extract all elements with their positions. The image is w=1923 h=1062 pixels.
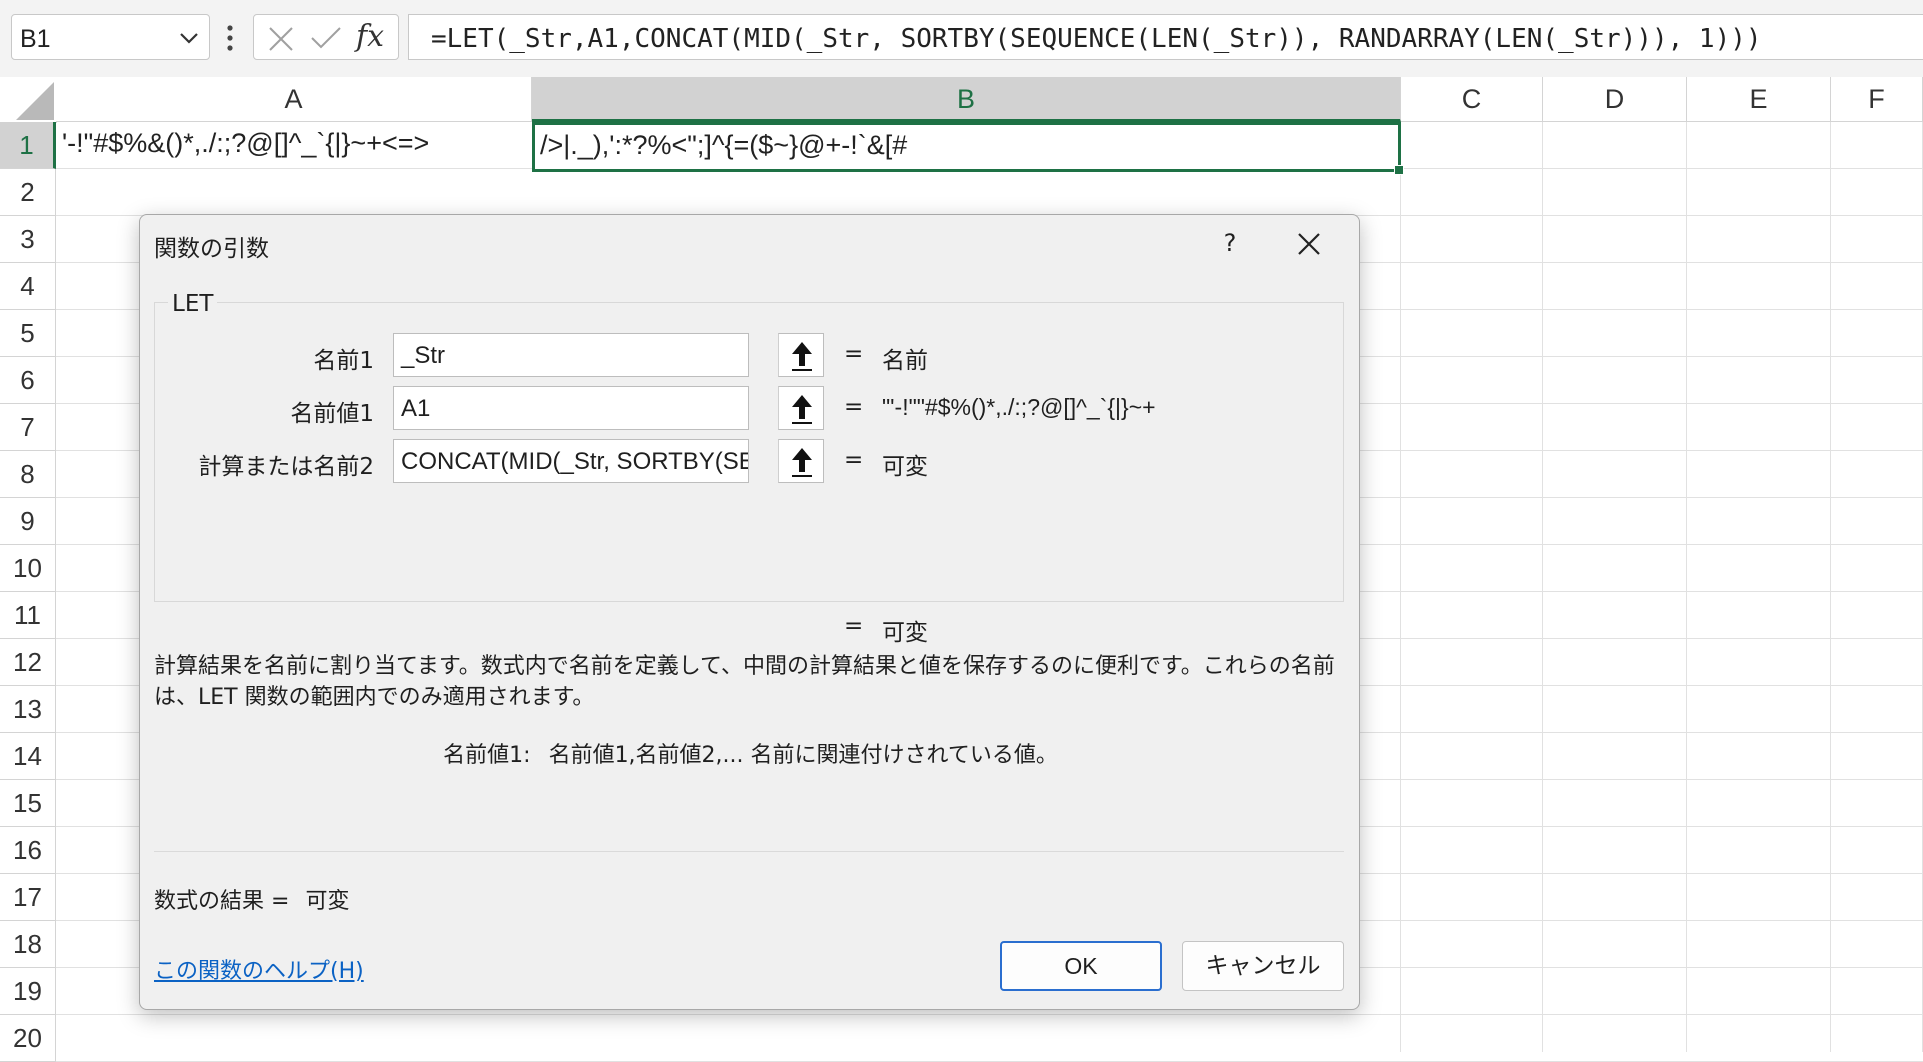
equals-sign: = — [844, 447, 864, 473]
column-header-e[interactable]: E — [1687, 77, 1831, 122]
row-header-7[interactable]: 7 — [0, 404, 56, 451]
arg-row-3: 計算または名前2 CONCAT(MID(_Str, SORTBY(SE = 可変 — [140, 439, 1361, 483]
formula-result: 数式の結果 = 可変 — [154, 883, 349, 915]
argument-description: 名前値1: 名前値1,名前値2,... 名前に関連付けされている値。 — [140, 737, 1361, 769]
row-header-16[interactable]: 16 — [0, 827, 56, 874]
arg-result: 可変 — [882, 453, 928, 479]
column-header-c[interactable]: C — [1401, 77, 1543, 122]
arg-input-name1[interactable]: _Str — [393, 333, 749, 377]
fill-handle[interactable] — [1394, 165, 1404, 175]
row-header-13[interactable]: 13 — [0, 686, 56, 733]
grid-column-line — [1686, 122, 1687, 1052]
arg-label: 名前値1 — [290, 401, 374, 427]
row-header-17[interactable]: 17 — [0, 874, 56, 921]
name-box-value: B1 — [20, 25, 51, 53]
grid-row-line — [56, 1014, 1923, 1015]
grid-column-line — [1400, 122, 1401, 1052]
confirm-entry-icon[interactable] — [310, 25, 342, 51]
arg-result: "'-!""#$%()*,./:;?@[]^_`{|}~+ — [882, 394, 1156, 420]
argument-description-name: 名前値1: — [443, 743, 531, 768]
row-header-20[interactable]: 20 — [0, 1015, 56, 1062]
collapse-dialog-button[interactable] — [778, 439, 824, 483]
arg-row-1: 名前1 _Str = 名前 — [140, 333, 1361, 377]
row-header-9[interactable]: 9 — [0, 498, 56, 545]
row-header-6[interactable]: 6 — [0, 357, 56, 404]
row-header-3[interactable]: 3 — [0, 216, 56, 263]
cell-a1[interactable]: '-!"#$%&()*,./:;?@[]^_`{|}~+<=> — [62, 128, 429, 159]
cell-b1[interactable]: />|._),':*?%<";]^{=($~}@+-!`&[# — [532, 122, 1404, 175]
function-arguments-dialog: 関数の引数 ? LET 名前1 _Str = 名前 名前値1 A1 = "'-!… — [139, 214, 1360, 1010]
row-header-18[interactable]: 18 — [0, 921, 56, 968]
arg-row-2: 名前値1 A1 = "'-!""#$%()*,./:;?@[]^_`{|}~+ — [140, 386, 1361, 430]
column-header-a[interactable]: A — [56, 77, 532, 122]
arg-input-value: CONCAT(MID(_Str, SORTBY(SE — [401, 448, 749, 475]
arrow-up-icon — [792, 395, 812, 424]
ok-button[interactable]: OK — [1000, 941, 1162, 991]
column-header-b[interactable]: B — [532, 77, 1401, 122]
formula-buttons: fx — [253, 14, 399, 60]
row-header-12[interactable]: 12 — [0, 639, 56, 686]
function-result: 可変 — [882, 620, 928, 646]
function-name: LET — [168, 291, 218, 317]
arg-input-value: _Str — [401, 342, 446, 369]
formula-text: =LET(_Str,A1,CONCAT(MID(_Str, SORTBY(SEQ… — [431, 24, 1762, 54]
formula-result-label: 数式の結果 = — [154, 889, 290, 914]
row-header-5[interactable]: 5 — [0, 310, 56, 357]
divider — [154, 851, 1344, 852]
insert-function-icon[interactable]: fx — [356, 19, 384, 54]
row-header-15[interactable]: 15 — [0, 780, 56, 827]
arg-input-calc2[interactable]: CONCAT(MID(_Str, SORTBY(SE — [393, 439, 749, 483]
row-header-4[interactable]: 4 — [0, 263, 56, 310]
arg-input-value: A1 — [401, 395, 431, 422]
cancel-entry-icon[interactable] — [268, 26, 294, 52]
chevron-down-icon[interactable] — [179, 29, 199, 47]
arrow-up-icon — [792, 342, 812, 371]
arg-input-value1[interactable]: A1 — [393, 386, 749, 430]
help-button[interactable]: ? — [1210, 223, 1250, 263]
collapse-dialog-button[interactable] — [778, 386, 824, 430]
grid-column-line — [1542, 122, 1543, 1052]
equals-sign: = — [844, 613, 864, 639]
row-header-2[interactable]: 2 — [0, 169, 56, 216]
formula-result-value: 可変 — [305, 889, 350, 914]
row-header-8[interactable]: 8 — [0, 451, 56, 498]
argument-description-text: 名前値1,名前値2,... 名前に関連付けされている値。 — [548, 743, 1058, 768]
column-header-f[interactable]: F — [1831, 77, 1923, 122]
arg-result: 名前 — [882, 347, 928, 373]
more-options-icon[interactable] — [226, 24, 234, 52]
row-header-11[interactable]: 11 — [0, 592, 56, 639]
equals-sign: = — [844, 341, 864, 367]
arg-label: 計算または名前2 — [198, 454, 374, 480]
arg-label: 名前1 — [313, 348, 374, 374]
column-header-d[interactable]: D — [1543, 77, 1687, 122]
row-header-14[interactable]: 14 — [0, 733, 56, 780]
row-header-19[interactable]: 19 — [0, 968, 56, 1015]
function-help-link[interactable]: この関数のヘルプ(H) — [154, 953, 364, 985]
row-header-10[interactable]: 10 — [0, 545, 56, 592]
select-all-corner[interactable] — [0, 77, 57, 123]
formula-bar: B1 fx =LET(_Str,A1,CONCAT(MID(_Str, SORT… — [0, 0, 1923, 77]
arrow-up-icon — [792, 448, 812, 477]
grid-column-line — [1830, 122, 1831, 1052]
formula-input[interactable]: =LET(_Str,A1,CONCAT(MID(_Str, SORTBY(SEQ… — [408, 14, 1923, 60]
equals-sign: = — [844, 394, 864, 420]
name-box[interactable]: B1 — [11, 14, 210, 60]
dialog-title: 関数の引数 — [154, 236, 269, 262]
row-header-1[interactable]: 1 — [0, 122, 56, 169]
collapse-dialog-button[interactable] — [778, 333, 824, 377]
close-icon[interactable] — [1290, 225, 1328, 263]
cell-b1-value: />|._),':*?%<";]^{=($~}@+-!`&[# — [540, 130, 908, 160]
function-description: 計算結果を名前に割り当てます。数式内で名前を定義して、中間の計算結果と値を保存す… — [154, 654, 1335, 710]
cancel-button[interactable]: キャンセル — [1182, 941, 1344, 991]
